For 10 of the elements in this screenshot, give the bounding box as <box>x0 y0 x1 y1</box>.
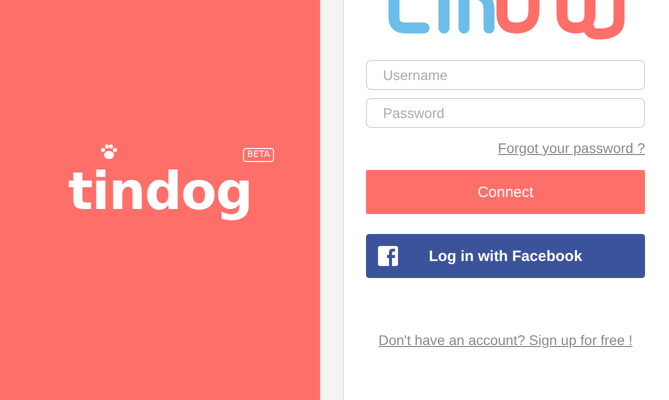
password-field[interactable]: Password <box>366 98 645 128</box>
signup-link[interactable]: Don't have an account? Sign up for free ! <box>378 332 633 348</box>
connect-button[interactable]: Connect <box>366 170 645 214</box>
forgot-password-link[interactable]: Forgot your password ? <box>498 140 645 156</box>
logo-text: tindog <box>68 166 252 218</box>
beta-badge: BETA <box>243 148 274 162</box>
facebook-login-button[interactable]: Log in with Facebook <box>366 234 645 278</box>
username-field[interactable]: Username <box>366 60 645 90</box>
paw-icon <box>100 144 118 160</box>
facebook-icon <box>378 246 398 266</box>
